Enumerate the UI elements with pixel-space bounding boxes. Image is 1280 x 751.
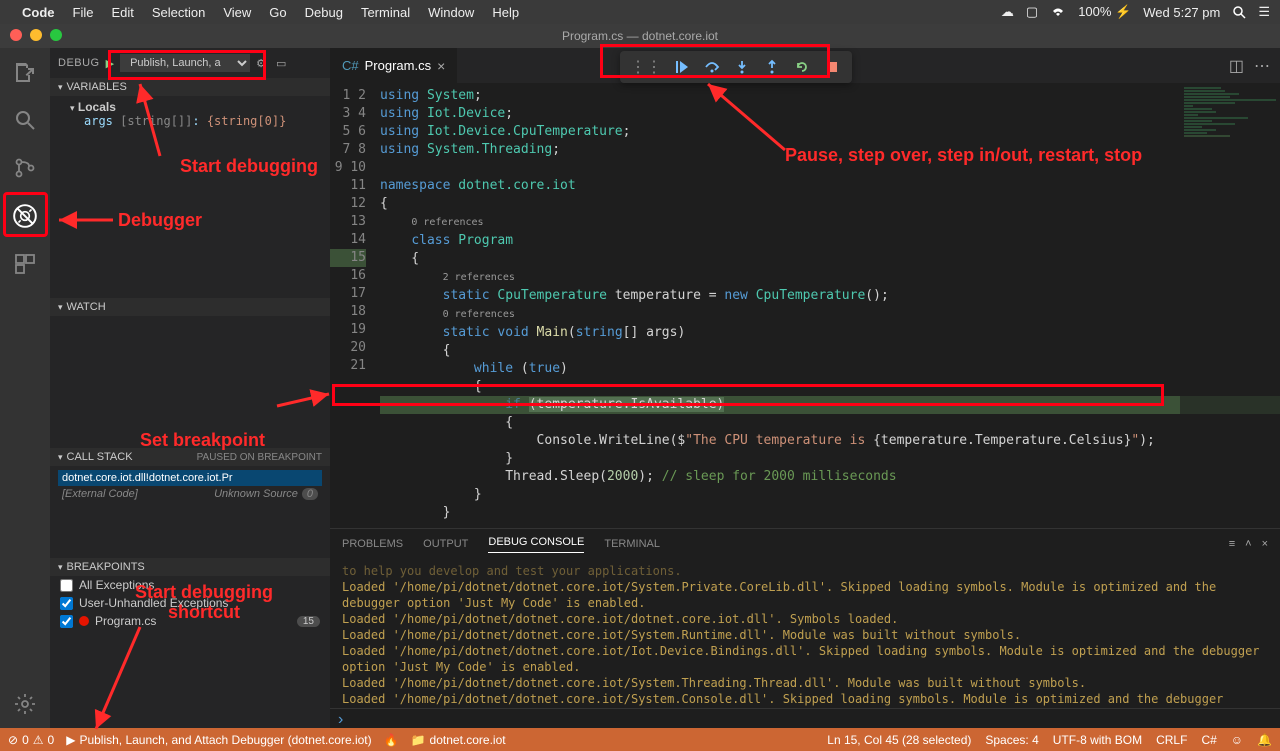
sidebar-title: DEBUG <box>58 57 100 69</box>
status-feedback-icon[interactable]: ☺ <box>1231 733 1243 747</box>
restart-button[interactable] <box>788 55 816 79</box>
menu-selection[interactable]: Selection <box>152 5 205 20</box>
extensions-icon[interactable] <box>11 250 39 278</box>
menu-icon[interactable]: ☰ <box>1258 4 1270 20</box>
tab-output[interactable]: OUTPUT <box>423 538 468 550</box>
menu-edit[interactable]: Edit <box>111 5 133 20</box>
panel-close-icon[interactable]: × <box>1262 538 1268 550</box>
maximize-window-icon[interactable] <box>50 29 62 41</box>
minimap[interactable] <box>1180 83 1280 528</box>
close-icon[interactable]: × <box>437 58 445 74</box>
panel-maximize-icon[interactable]: ˄ <box>1245 538 1251 550</box>
csharp-icon: C# <box>342 58 359 73</box>
breakpoints-header[interactable]: ▾BREAKPOINTS <box>50 558 330 576</box>
close-window-icon[interactable] <box>10 29 22 41</box>
status-bar: ⊘ 0 ⚠ 0 ▶ Publish, Launch, and Attach De… <box>0 728 1280 751</box>
status-omnisharp[interactable]: 🔥 <box>384 733 399 747</box>
breakpoint-all-exceptions[interactable]: All Exceptions <box>50 576 330 594</box>
menu-window[interactable]: Window <box>428 5 474 20</box>
variables-header[interactable]: ▾VARIABLES <box>50 78 330 96</box>
status-folder[interactable]: 📁 dotnet.core.iot <box>411 733 506 747</box>
locals-header[interactable]: ▾ Locals <box>70 100 320 114</box>
split-editor-icon[interactable]: ◫ <box>1229 56 1244 76</box>
menu-app[interactable]: Code <box>22 5 55 20</box>
tab-problems[interactable]: PROBLEMS <box>342 538 403 550</box>
debug-sidebar: DEBUG ▶ Publish, Launch, a ⚙ ▭ ▾VARIABLE… <box>50 48 330 728</box>
drag-handle-icon[interactable]: ⋮⋮ <box>626 57 666 77</box>
debug-console-output[interactable]: to help you develop and test your applic… <box>330 559 1280 708</box>
panel-tabs: PROBLEMS OUTPUT DEBUG CONSOLE TERMINAL ≡… <box>330 529 1280 559</box>
debug-icon[interactable] <box>11 202 39 230</box>
variable-args[interactable]: args [string[]]: {string[0]} <box>70 114 320 128</box>
wifi-icon[interactable] <box>1050 6 1066 18</box>
macos-menubar: Code File Edit Selection View Go Debug T… <box>0 0 1280 24</box>
current-execution-line: if (temperature.IsAvailable) <box>380 396 1280 414</box>
debug-toolbar[interactable]: ⋮⋮ <box>620 51 852 83</box>
window-controls[interactable] <box>10 29 62 41</box>
status-eol[interactable]: CRLF <box>1156 733 1187 747</box>
more-icon[interactable]: ⋯ <box>1254 56 1270 76</box>
menu-help[interactable]: Help <box>492 5 519 20</box>
callstack-frame-external[interactable]: [External Code]Unknown Source0 <box>58 486 322 502</box>
line-gutter: 1 2 3 4 5 6 7 8 9 10 11 12 13 14 ▸15 16 … <box>330 83 380 528</box>
tab-program-cs[interactable]: C# Program.cs × <box>330 48 457 83</box>
airplay-icon[interactable]: ▢ <box>1026 4 1038 20</box>
step-out-button[interactable] <box>758 55 786 79</box>
gear-icon[interactable]: ⚙ <box>256 57 266 70</box>
menu-debug[interactable]: Debug <box>305 5 343 20</box>
cloud-icon[interactable]: ☁ <box>1001 4 1014 20</box>
settings-icon[interactable] <box>11 690 39 718</box>
callstack-frame-active[interactable]: dotnet.core.iot.dll!dotnet.core.iot.Pr <box>58 470 322 486</box>
code-editor[interactable]: 1 2 3 4 5 6 7 8 9 10 11 12 13 14 ▸15 16 … <box>330 83 1280 528</box>
status-launch-config[interactable]: ▶ Publish, Launch, and Attach Debugger (… <box>66 733 371 747</box>
status-bell-icon[interactable]: 🔔 <box>1257 733 1272 747</box>
status-language[interactable]: C# <box>1201 733 1216 747</box>
status-encoding[interactable]: UTF-8 with BOM <box>1053 733 1142 747</box>
search-icon[interactable] <box>11 106 39 134</box>
status-cursor-pos[interactable]: Ln 15, Col 45 (28 selected) <box>827 733 971 747</box>
continue-button[interactable] <box>668 55 696 79</box>
breakpoint-dot-icon <box>79 616 89 626</box>
tab-terminal[interactable]: TERMINAL <box>604 538 660 550</box>
explorer-icon[interactable] <box>11 58 39 86</box>
titlebar: Program.cs — dotnet.core.iot <box>0 24 1280 48</box>
bottom-panel: PROBLEMS OUTPUT DEBUG CONSOLE TERMINAL ≡… <box>330 528 1280 728</box>
menu-go[interactable]: Go <box>269 5 286 20</box>
battery-indicator[interactable]: 100% ⚡ <box>1078 4 1131 20</box>
editor-area: C# Program.cs × ◫ ⋯ ⋮⋮ 1 2 3 4 5 6 7 8 9… <box>330 48 1280 728</box>
status-spaces[interactable]: Spaces: 4 <box>985 733 1038 747</box>
minimize-window-icon[interactable] <box>30 29 42 41</box>
debug-console-icon[interactable]: ▭ <box>276 57 286 70</box>
menu-view[interactable]: View <box>223 5 251 20</box>
step-into-button[interactable] <box>728 55 756 79</box>
sidebar-header: DEBUG ▶ Publish, Launch, a ⚙ ▭ <box>50 48 330 78</box>
tab-debug-console[interactable]: DEBUG CONSOLE <box>488 536 584 553</box>
callstack-header[interactable]: ▾CALL STACKPAUSED ON BREAKPOINT <box>50 448 330 466</box>
step-over-button[interactable] <box>698 55 726 79</box>
menu-file[interactable]: File <box>73 5 94 20</box>
search-icon[interactable] <box>1232 5 1246 19</box>
breakpoint-program-cs[interactable]: Program.cs15 <box>50 612 330 630</box>
debug-console-input[interactable]: › <box>330 708 1280 728</box>
launch-config-select[interactable]: Publish, Launch, a <box>120 54 250 72</box>
watch-header[interactable]: ▾WATCH <box>50 298 330 316</box>
activity-bar <box>0 48 50 728</box>
status-errors[interactable]: ⊘ 0 ⚠ 0 <box>8 733 54 747</box>
menu-terminal[interactable]: Terminal <box>361 5 410 20</box>
breakpoint-user-unhandled[interactable]: User-Unhandled Exceptions <box>50 594 330 612</box>
stop-button[interactable] <box>818 55 846 79</box>
clock[interactable]: Wed 5:27 pm <box>1143 5 1220 20</box>
window-title: Program.cs — dotnet.core.iot <box>562 29 718 43</box>
start-debug-button[interactable]: ▶ <box>106 57 114 70</box>
code-content[interactable]: using System; using Iot.Device; using Io… <box>380 83 1280 528</box>
source-control-icon[interactable] <box>11 154 39 182</box>
clear-console-icon[interactable]: ≡ <box>1229 538 1235 550</box>
